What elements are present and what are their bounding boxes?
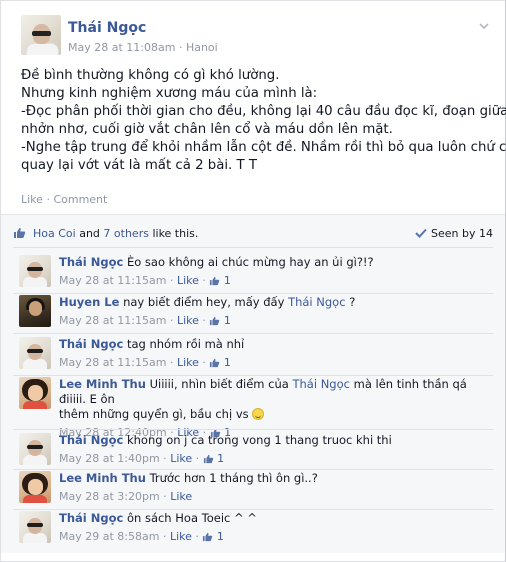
comment-text: nay biết điểm hey, mấy đấy bbox=[123, 295, 289, 309]
comment-link[interactable]: Comment bbox=[53, 193, 107, 206]
comment-text-line2: thêm những quyển gì, bầu chị vs bbox=[59, 407, 253, 421]
like-count-value: 1 bbox=[223, 314, 231, 327]
post-line: -Nghe tập trung để khỏi nhầm lẫn cột đề.… bbox=[21, 140, 506, 155]
like-count-value: 1 bbox=[223, 274, 231, 287]
comment-divider bbox=[13, 293, 493, 294]
mention-link[interactable]: Thái Ngọc bbox=[292, 377, 349, 391]
comment-author[interactable]: Huyen Le bbox=[59, 295, 119, 309]
thumbs-up-icon bbox=[210, 276, 220, 286]
checkmark-icon bbox=[415, 228, 427, 238]
like-count-value: 1 bbox=[217, 452, 225, 465]
comment-like-link[interactable]: Like bbox=[177, 274, 199, 287]
comment-time[interactable]: May 28 at 11:15am bbox=[59, 356, 166, 369]
comment-like-count[interactable]: 1 bbox=[209, 355, 231, 370]
feedback-section: Hoa Coi and 7 others like this. Seen by … bbox=[1, 215, 505, 553]
likes-text: Hoa Coi and 7 others like this. bbox=[33, 227, 198, 240]
comment-time[interactable]: May 28 at 11:15am bbox=[59, 274, 166, 287]
comment-like-link[interactable]: Like bbox=[170, 452, 192, 465]
comment-like-link[interactable]: Like bbox=[170, 490, 192, 503]
comment-divider bbox=[13, 247, 493, 248]
avatar[interactable] bbox=[19, 255, 51, 287]
comment-text: ôn sách Hoa Toeic ^ ^ bbox=[126, 511, 257, 525]
avatar[interactable] bbox=[19, 511, 51, 543]
like-count-value: 1 bbox=[223, 356, 231, 369]
like-count-value: 1 bbox=[216, 530, 224, 543]
thumbs-up-icon bbox=[203, 532, 213, 542]
thumbs-up-icon bbox=[203, 454, 213, 464]
action-separator: · bbox=[46, 193, 50, 206]
comment-text: Èo sao không ai chúc mừng hay an ủi gì?!… bbox=[126, 255, 374, 269]
comment-divider bbox=[13, 509, 493, 510]
comment-time[interactable]: May 29 at 8:58am bbox=[59, 530, 159, 543]
comment-like-count[interactable]: 1 bbox=[209, 273, 231, 288]
post-line: Đề bình thường không có gì khó lường. bbox=[21, 68, 280, 83]
post-card: Thái Ngọc May 28 at 11:08am · Hanoi Đề b… bbox=[0, 0, 506, 562]
seen-by[interactable]: Seen by 14 bbox=[415, 227, 493, 240]
comment-time[interactable]: May 28 at 1:40pm bbox=[59, 452, 160, 465]
smile-icon bbox=[252, 408, 265, 420]
avatar[interactable] bbox=[19, 433, 51, 465]
post-actions: Like · Comment bbox=[21, 193, 107, 206]
post-line: nhởn nhơ, cuối giờ vắt chân lên cổ và má… bbox=[21, 122, 393, 137]
comment-like-link[interactable]: Like bbox=[177, 314, 199, 327]
avatar[interactable] bbox=[19, 377, 51, 409]
comment-author[interactable]: Thái Ngọc bbox=[59, 337, 123, 351]
post-header: Thái Ngọc May 28 at 11:08am · Hanoi bbox=[21, 15, 491, 63]
comment-text: tag nhóm rồi mà nhỉ bbox=[126, 337, 245, 351]
comment-text: Trước hơn 1 tháng thì ôn gì..? bbox=[149, 471, 318, 485]
avatar[interactable] bbox=[19, 471, 51, 503]
comment-text-after: ? bbox=[345, 295, 356, 309]
chevron-down-icon[interactable] bbox=[477, 19, 491, 33]
comment-like-link[interactable]: Like bbox=[177, 356, 199, 369]
like-link[interactable]: Like bbox=[21, 193, 43, 206]
comment-author[interactable]: Thái Ngọc bbox=[59, 255, 123, 269]
post-location[interactable]: Hanoi bbox=[186, 41, 218, 54]
comment-like-link[interactable]: Like bbox=[170, 530, 192, 543]
liker-link[interactable]: Hoa Coi bbox=[33, 227, 76, 240]
thumbs-up-icon bbox=[210, 358, 220, 368]
likes-and: and bbox=[79, 227, 100, 240]
comment-author[interactable]: Thái Ngọc bbox=[59, 433, 123, 447]
comment-author[interactable]: Lee Minh Thu bbox=[59, 471, 146, 485]
author-name[interactable]: Thái Ngọc bbox=[68, 20, 146, 36]
avatar[interactable] bbox=[19, 295, 51, 327]
comment-divider bbox=[13, 333, 493, 334]
comment-author[interactable]: Thái Ngọc bbox=[59, 511, 123, 525]
avatar[interactable] bbox=[19, 337, 51, 369]
others-link[interactable]: 7 others bbox=[103, 227, 149, 240]
comment-author[interactable]: Lee Minh Thu bbox=[59, 377, 146, 391]
post-time[interactable]: May 28 at 11:08am bbox=[68, 41, 175, 54]
comment-divider bbox=[13, 429, 493, 430]
comment-like-count[interactable]: 1 bbox=[209, 313, 231, 328]
post-text: Đề bình thường không có gì khó lường. Nh… bbox=[21, 67, 506, 175]
seen-label: Seen by 14 bbox=[431, 227, 493, 240]
mention-link[interactable]: Thái Ngọc bbox=[288, 295, 345, 309]
author-avatar[interactable] bbox=[21, 15, 61, 55]
comment-time[interactable]: May 28 at 11:15am bbox=[59, 314, 166, 327]
comment-like-count[interactable]: 1 bbox=[202, 529, 224, 544]
post-line: quay lại vớt vát là mất cả 2 bài. T T bbox=[21, 158, 257, 173]
post-line: -Đọc phân phối thời gian cho đều, không … bbox=[21, 104, 506, 119]
comment-text: Uiiiii, nhìn biết điểm của bbox=[149, 377, 293, 391]
likes-suffix: like this. bbox=[152, 227, 199, 240]
post-meta: May 28 at 11:08am · Hanoi bbox=[68, 41, 218, 54]
thumbs-up-icon bbox=[210, 316, 220, 326]
comment-text: khong on j ca trong vong 1 thang truoc k… bbox=[126, 433, 392, 447]
comment-like-count[interactable]: 1 bbox=[203, 451, 225, 466]
comment-divider bbox=[13, 469, 493, 470]
post-line: Nhưng kinh nghiệm xương máu của mình là: bbox=[21, 86, 318, 101]
thumbs-up-icon bbox=[14, 228, 26, 238]
comment-divider bbox=[13, 375, 493, 376]
meta-separator: · bbox=[178, 41, 183, 54]
likes-summary: Hoa Coi and 7 others like this. Seen by … bbox=[13, 225, 493, 243]
comment-time[interactable]: May 28 at 3:20pm bbox=[59, 490, 160, 503]
